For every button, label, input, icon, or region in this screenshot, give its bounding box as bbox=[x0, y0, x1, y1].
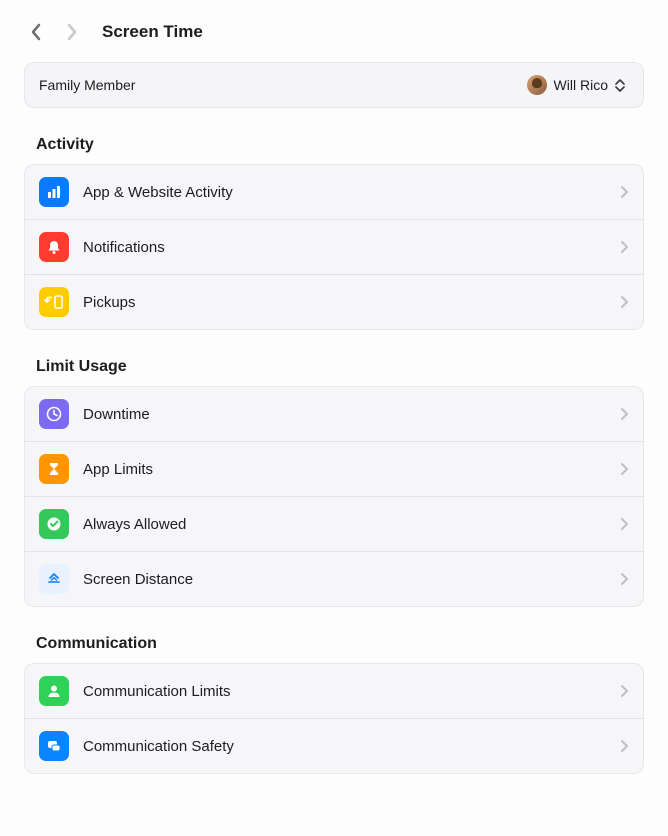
bell-icon bbox=[39, 232, 69, 262]
pickups-icon bbox=[39, 287, 69, 317]
distance-icon bbox=[39, 564, 69, 594]
item-always-allowed[interactable]: Always Allowed bbox=[25, 497, 643, 552]
family-member-row: Family Member Will Rico bbox=[24, 62, 644, 108]
list-limit-usage: Downtime App Limits Always Allowed bbox=[24, 386, 644, 607]
chevron-right-icon bbox=[620, 684, 629, 698]
list-communication: Communication Limits Communication Safet… bbox=[24, 663, 644, 774]
stepper-icon bbox=[615, 77, 629, 93]
section-limit-usage: Limit Usage Downtime App Limits Always bbox=[0, 358, 668, 607]
chevron-right-icon bbox=[620, 295, 629, 309]
item-app-limits[interactable]: App Limits bbox=[25, 442, 643, 497]
item-downtime[interactable]: Downtime bbox=[25, 387, 643, 442]
item-label: App Limits bbox=[83, 461, 606, 478]
chevron-right-icon bbox=[620, 572, 629, 586]
section-title-activity: Activity bbox=[24, 136, 644, 154]
hourglass-icon bbox=[39, 454, 69, 484]
item-label: Screen Distance bbox=[83, 571, 606, 588]
chevron-right-icon bbox=[620, 407, 629, 421]
family-member-name: Will Rico bbox=[554, 77, 608, 93]
item-screen-distance[interactable]: Screen Distance bbox=[25, 552, 643, 606]
forward-button bbox=[60, 20, 84, 44]
chevron-right-icon bbox=[620, 185, 629, 199]
item-label: Always Allowed bbox=[83, 516, 606, 533]
chevron-right-icon bbox=[620, 462, 629, 476]
item-notifications[interactable]: Notifications bbox=[25, 220, 643, 275]
item-communication-safety[interactable]: Communication Safety bbox=[25, 719, 643, 773]
item-label: App & Website Activity bbox=[83, 184, 606, 201]
chevron-right-icon bbox=[620, 739, 629, 753]
item-label: Pickups bbox=[83, 294, 606, 311]
family-member-label: Family Member bbox=[39, 77, 135, 93]
item-label: Notifications bbox=[83, 239, 606, 256]
page-title: Screen Time bbox=[102, 22, 203, 42]
item-label: Communication Limits bbox=[83, 683, 606, 700]
clock-icon bbox=[39, 399, 69, 429]
list-activity: App & Website Activity Notifications Pic… bbox=[24, 164, 644, 330]
person-icon bbox=[39, 676, 69, 706]
chevron-right-icon bbox=[620, 517, 629, 531]
section-title-limit-usage: Limit Usage bbox=[24, 358, 644, 376]
section-communication: Communication Communication Limits Commu… bbox=[0, 635, 668, 774]
bubble-icon bbox=[39, 731, 69, 761]
section-activity: Activity App & Website Activity Notifica… bbox=[0, 136, 668, 330]
back-button[interactable] bbox=[24, 20, 48, 44]
avatar bbox=[527, 75, 547, 95]
item-label: Communication Safety bbox=[83, 738, 606, 755]
chart-icon bbox=[39, 177, 69, 207]
item-communication-limits[interactable]: Communication Limits bbox=[25, 664, 643, 719]
item-app-website-activity[interactable]: App & Website Activity bbox=[25, 165, 643, 220]
header: Screen Time bbox=[0, 0, 668, 62]
item-label: Downtime bbox=[83, 406, 606, 423]
family-member-selector[interactable]: Will Rico bbox=[527, 75, 629, 95]
checkmark-icon bbox=[39, 509, 69, 539]
item-pickups[interactable]: Pickups bbox=[25, 275, 643, 329]
section-title-communication: Communication bbox=[24, 635, 644, 653]
chevron-right-icon bbox=[620, 240, 629, 254]
